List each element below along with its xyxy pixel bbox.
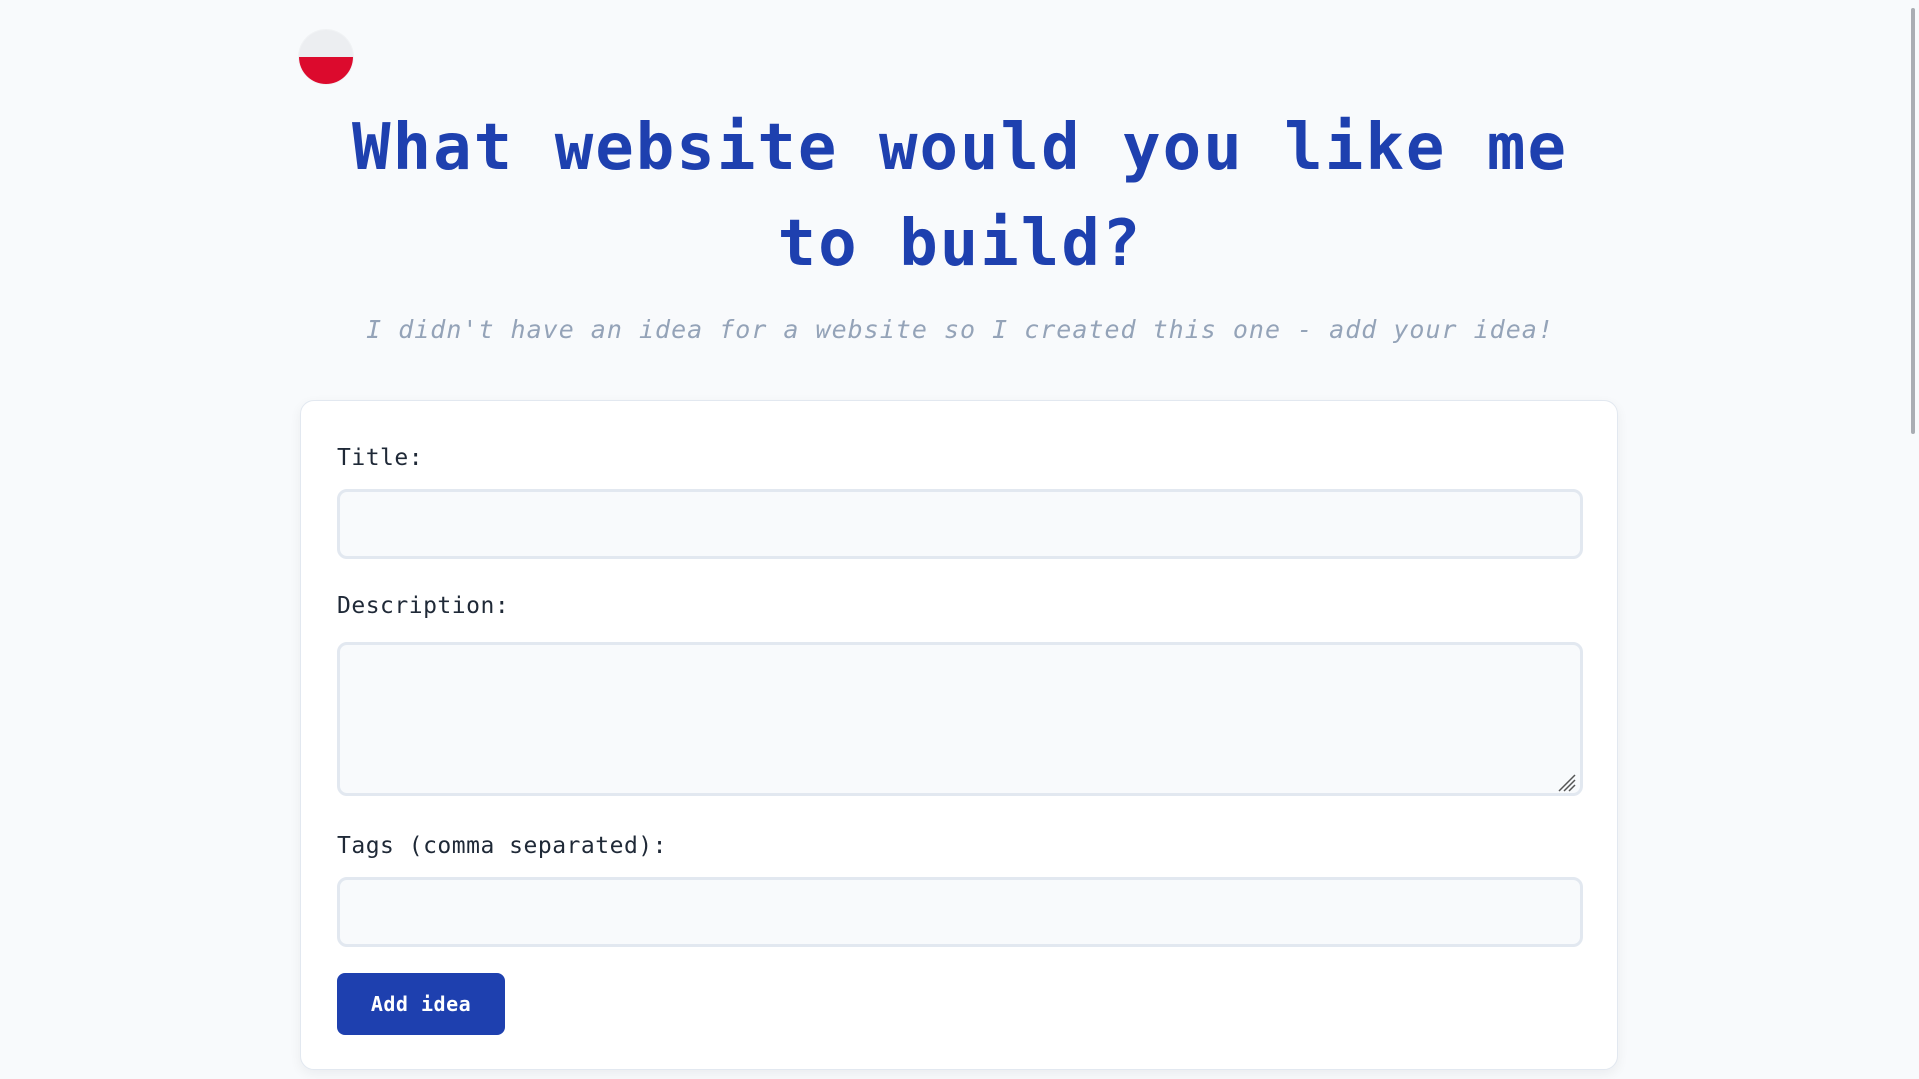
tags-label: Tags (comma separated): bbox=[337, 833, 667, 859]
title-input[interactable] bbox=[337, 489, 1583, 559]
poland-flag-icon[interactable] bbox=[299, 30, 353, 84]
page-title: What website would you like me to build? bbox=[352, 111, 1568, 281]
scrollbar-thumb[interactable] bbox=[1911, 8, 1915, 434]
add-idea-button[interactable]: Add idea bbox=[337, 973, 505, 1035]
tags-input[interactable] bbox=[337, 877, 1583, 947]
description-label: Description: bbox=[337, 593, 510, 619]
page: What website would you like me to build?… bbox=[0, 0, 1919, 1079]
page-subtitle: I didn't have an idea for a website so I… bbox=[366, 315, 1554, 344]
add-idea-form: Title: Description: Tags (comma separate… bbox=[300, 400, 1618, 1070]
scrollbar[interactable] bbox=[1905, 0, 1919, 1079]
title-label: Title: bbox=[337, 445, 424, 471]
flag-red-stripe bbox=[299, 57, 353, 84]
description-textarea[interactable] bbox=[337, 642, 1583, 796]
flag-white-stripe bbox=[299, 30, 353, 57]
